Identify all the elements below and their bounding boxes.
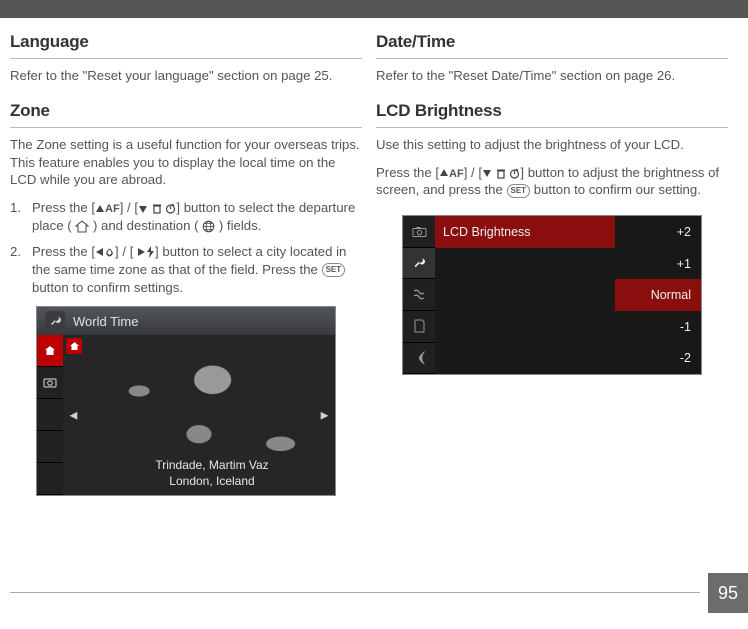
home-icon bbox=[75, 220, 89, 233]
sidebar-wrench-icon[interactable] bbox=[403, 248, 435, 280]
lcd-brightness-screenshot: LCD Brightness +2 +1 Normal -1 -2 bbox=[402, 215, 702, 375]
left-column: Language Refer to the "Reset your langua… bbox=[10, 32, 362, 496]
menu-row: -1 bbox=[435, 311, 701, 343]
world-time-titlebar: World Time bbox=[37, 307, 335, 335]
text: ) and destination ( bbox=[93, 218, 199, 233]
down-arrow-icon bbox=[482, 168, 492, 178]
lcd-main: LCD Brightness +2 +1 Normal -1 -2 bbox=[435, 216, 701, 374]
world-time-caption: Trindade, Martim Vaz London, Iceland bbox=[89, 458, 335, 489]
text: Press the [ bbox=[32, 244, 95, 259]
sidebar-camera-icon[interactable] bbox=[403, 216, 435, 248]
zone-intro: The Zone setting is a useful function fo… bbox=[10, 136, 362, 189]
up-arrow-icon bbox=[95, 204, 105, 214]
text: Press the [ bbox=[32, 200, 95, 215]
divider bbox=[10, 127, 362, 128]
page-content: Language Refer to the "Reset your langua… bbox=[0, 18, 748, 506]
language-body: Refer to the "Reset your language" secti… bbox=[10, 67, 362, 85]
sidebar-camera-icon[interactable] bbox=[37, 367, 63, 399]
heading-zone: Zone bbox=[10, 101, 362, 121]
sidebar-blank[interactable] bbox=[37, 463, 63, 495]
sidebar-home-icon[interactable] bbox=[37, 335, 63, 367]
menu-row: -2 bbox=[435, 343, 701, 375]
menu-label: LCD Brightness bbox=[435, 216, 615, 248]
menu-row-label: LCD Brightness +2 bbox=[435, 216, 701, 248]
world-time-screenshot: World Time ◄ ► Trindade, Martim Vaz Lond… bbox=[36, 306, 336, 496]
zone-step-1: Press the [AF] / [ ] button to select th… bbox=[10, 199, 362, 235]
flash-icon bbox=[146, 246, 155, 258]
zone-step-2: Press the [] / [ ] button to select a ci… bbox=[10, 243, 362, 296]
divider bbox=[10, 58, 362, 59]
timer-icon bbox=[509, 168, 520, 179]
trash-icon bbox=[496, 168, 506, 179]
macro-icon bbox=[104, 247, 115, 258]
nav-left-icon[interactable]: ◄ bbox=[67, 408, 80, 423]
text: ] / [ bbox=[120, 200, 138, 215]
option-minus-1[interactable]: -1 bbox=[615, 320, 701, 334]
sidebar-play-icon[interactable] bbox=[403, 279, 435, 311]
zone-steps: Press the [AF] / [ ] button to select th… bbox=[10, 199, 362, 296]
set-button-icon: SET bbox=[322, 263, 346, 277]
menu-row: +1 bbox=[435, 248, 701, 280]
caption-line: Trindade, Martim Vaz bbox=[89, 458, 335, 474]
right-column: Date/Time Refer to the "Reset Date/Time"… bbox=[376, 32, 728, 496]
divider bbox=[376, 58, 728, 59]
nav-right-icon[interactable]: ► bbox=[318, 408, 331, 423]
lcd-sidebar bbox=[403, 216, 435, 374]
divider bbox=[376, 127, 728, 128]
text: ] / [ bbox=[115, 244, 133, 259]
option-plus-2[interactable]: +2 bbox=[615, 225, 701, 239]
text: Press the [ bbox=[376, 165, 439, 180]
trash-icon bbox=[152, 203, 162, 214]
world-map: ◄ ► Trindade, Martim Vaz London, Iceland bbox=[63, 335, 335, 495]
option-plus-1[interactable]: +1 bbox=[615, 257, 701, 271]
lcd-intro: Use this setting to adjust the brightnes… bbox=[376, 136, 728, 154]
option-minus-2[interactable]: -2 bbox=[615, 351, 701, 365]
sidebar-sd-icon[interactable] bbox=[403, 311, 435, 343]
globe-icon bbox=[202, 220, 215, 233]
down-arrow-icon bbox=[138, 204, 148, 214]
up-arrow-icon bbox=[439, 168, 449, 178]
page-number: 95 bbox=[708, 573, 748, 613]
sidebar-blank[interactable] bbox=[37, 431, 63, 463]
heading-lcd: LCD Brightness bbox=[376, 101, 728, 121]
window-topbar bbox=[0, 0, 748, 18]
datetime-body: Refer to the "Reset Date/Time" section o… bbox=[376, 67, 728, 85]
timer-icon bbox=[165, 203, 176, 214]
left-arrow-icon bbox=[95, 247, 104, 257]
option-normal[interactable]: Normal bbox=[615, 279, 701, 311]
map-home-marker bbox=[66, 338, 82, 354]
set-button-icon: SET bbox=[507, 184, 531, 198]
text: ] / [ bbox=[464, 165, 482, 180]
text: ) fields. bbox=[219, 218, 262, 233]
af-label: AF bbox=[105, 203, 120, 215]
caption-line: London, Iceland bbox=[89, 474, 335, 490]
world-time-sidebar bbox=[37, 335, 63, 495]
sidebar-wifi-icon[interactable] bbox=[403, 343, 435, 375]
af-label: AF bbox=[449, 168, 464, 180]
menu-row-selected: Normal bbox=[435, 279, 701, 311]
right-arrow-icon bbox=[137, 247, 146, 257]
text: button to confirm settings. bbox=[32, 280, 183, 295]
text: button to confirm our setting. bbox=[534, 182, 701, 197]
heading-datetime: Date/Time bbox=[376, 32, 728, 52]
wrench-icon bbox=[45, 311, 65, 331]
world-time-title: World Time bbox=[73, 314, 139, 329]
footer-rule bbox=[10, 592, 700, 593]
heading-language: Language bbox=[10, 32, 362, 52]
sidebar-blank[interactable] bbox=[37, 399, 63, 431]
lcd-instruction: Press the [AF] / [ ] button to adjust th… bbox=[376, 164, 728, 200]
